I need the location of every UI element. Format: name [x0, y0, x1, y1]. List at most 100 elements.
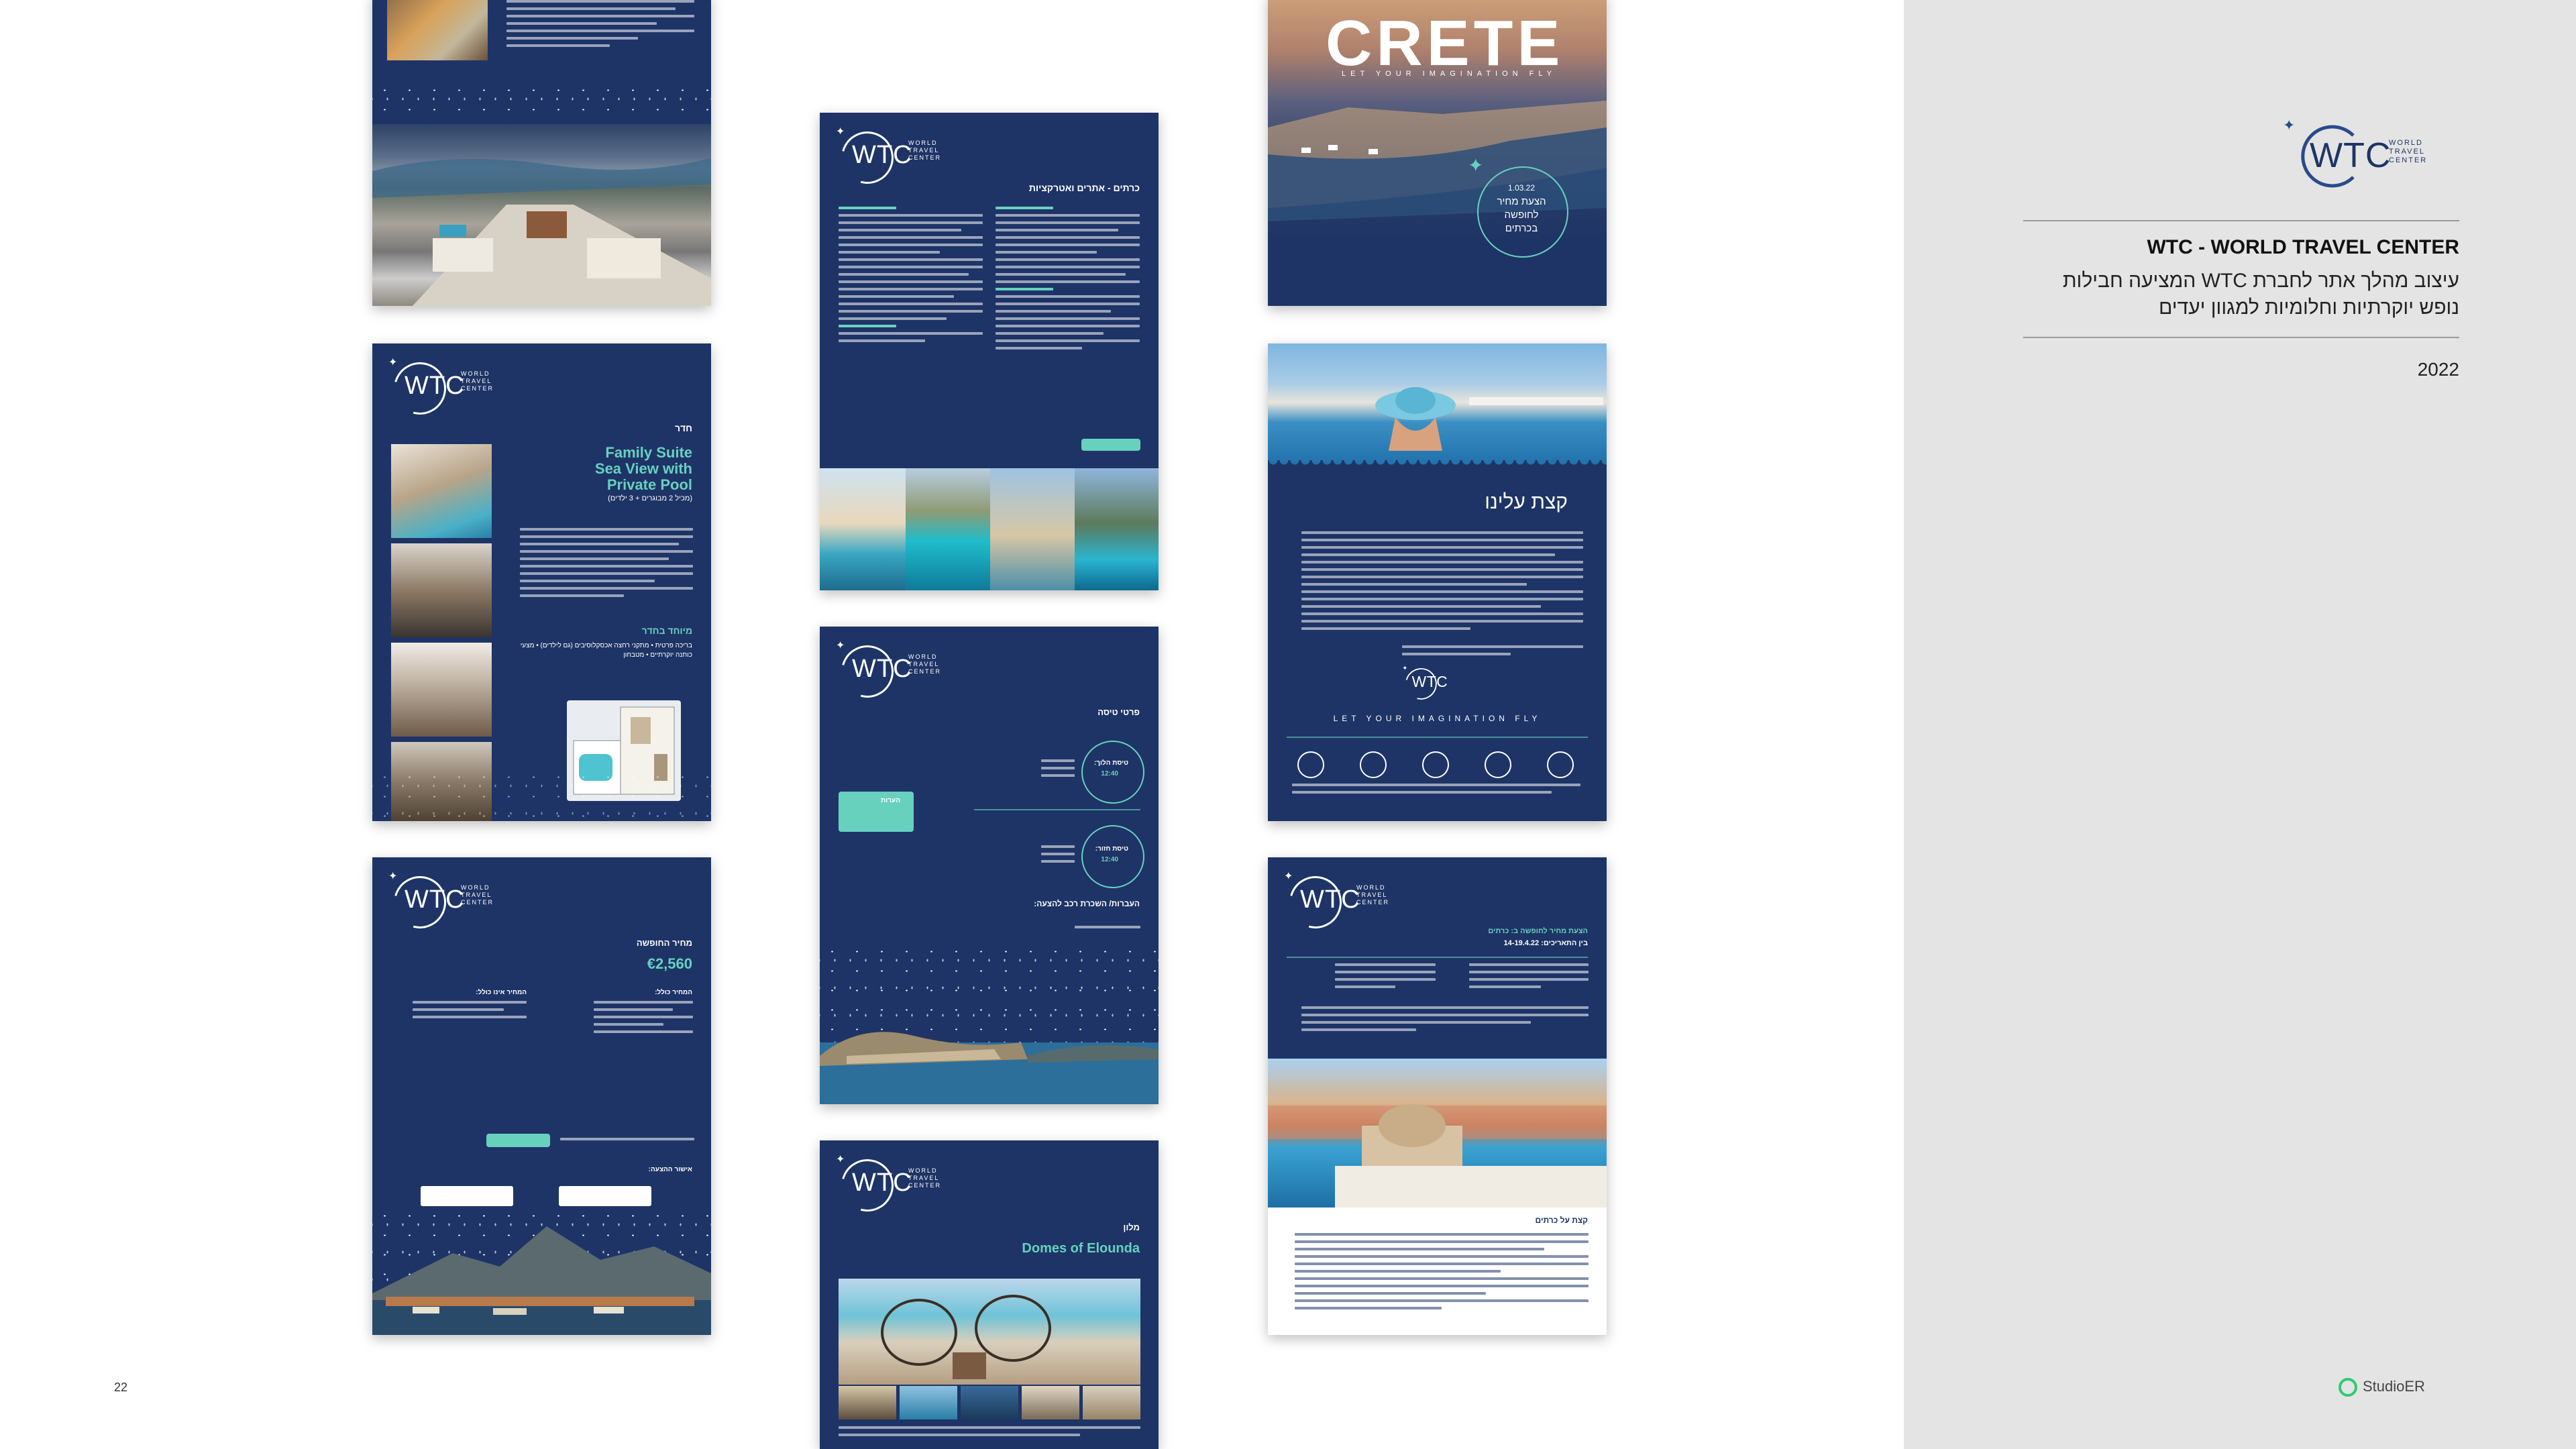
excludes-list — [413, 1001, 527, 1023]
confirm-text — [560, 1138, 694, 1145]
offer-contacts-2 — [1335, 963, 1436, 993]
about-heading: קצת עלינו — [1485, 491, 1568, 513]
brochure-page-hotel: ✦ WTC WORLD TRAVEL CENTER מלון Domes of El… — [820, 1140, 1159, 1449]
confirm-title: אישור ההצעה: — [648, 1166, 692, 1173]
sidebar-logo-small: WORLD TRAVEL CENTER — [2389, 139, 2428, 164]
notes-badge-label: הערות — [881, 797, 900, 804]
star-icon: ✦ — [388, 871, 398, 882]
signature-field-1[interactable] — [421, 1186, 513, 1206]
woman-hat-illustration — [1375, 387, 1603, 451]
brochure-page-price: ✦ WTC WORLD TRAVEL CENTER מחיר החופשה €2,5… — [372, 857, 711, 1335]
brochure-page-flights: ✦ WTC WORLD TRAVEL CENTER פרטי טיסה טיסת ה… — [820, 627, 1159, 1104]
sparkle-icon: ✦ — [1468, 155, 1484, 176]
brochure-page-offer: ✦ WTC WORLD TRAVEL CENTER הצעת מחיר לחופשה… — [1268, 857, 1607, 1335]
brochure-page-attractions: ✦ WTC WORLD TRAVEL CENTER כרתים - אתרים וא… — [820, 113, 1159, 590]
star-pattern — [372, 767, 711, 821]
signature-field-2[interactable] — [559, 1186, 651, 1206]
sidebar-rule-top — [2023, 220, 2459, 221]
sidebar-rule-bottom — [2023, 337, 2459, 338]
room-title-line-1: Family Suite — [605, 444, 692, 461]
contact-icon-1[interactable] — [1297, 751, 1324, 778]
contact-icon-3[interactable] — [1422, 751, 1449, 778]
chairs-illustration — [881, 1295, 1051, 1379]
contact-icon-2[interactable] — [1360, 751, 1387, 778]
cover-circle-line-1: הצעת מחיר — [1497, 196, 1546, 207]
about-note — [1402, 645, 1583, 660]
attraction-photo-4 — [1075, 468, 1159, 590]
star-icon: ✦ — [836, 126, 845, 138]
star-icon: ✦ — [1284, 871, 1293, 882]
room-title-line-2: Sea View with — [594, 460, 692, 477]
sidebar-logo-text: WTC — [2310, 136, 2392, 175]
cover-circle-line-2: לחופשה — [1504, 209, 1539, 221]
divider — [974, 809, 1140, 810]
sidebar-description-line-1: עיצוב מהלך אתר לחברת WTC המציעה חבילות — [2062, 270, 2459, 292]
room-capacity: (מכיל 2 מבוגרים + 3 ילדים) — [608, 494, 692, 502]
attraction-photo-1 — [820, 468, 906, 590]
offer-heading-1: הצעת מחיר לחופשה ב: כרתים — [1488, 927, 1588, 935]
brochure-page-about: קצת עלינו ✦ WTC LET YOUR IMAGINATION FLY — [1268, 343, 1607, 821]
brochure-page-family-suite: ✦ WTC WORLD TRAVEL CENTER חדר Family Suite… — [372, 343, 711, 821]
offer-contacts — [1469, 963, 1589, 993]
room-photo-2 — [391, 543, 492, 637]
transfer-text — [1075, 926, 1140, 933]
brochure-page-cover: CRETE LET YOUR IMAGINATION FLY ✦ 1.03.22… — [1268, 0, 1607, 306]
room-label: חדר — [674, 423, 692, 433]
about-tagline: LET YOUR IMAGINATION FLY — [1333, 714, 1542, 723]
attraction-photo-3 — [990, 468, 1075, 590]
flight-2-time: 12:40 — [1101, 856, 1118, 863]
hotel-label: מלון — [1123, 1222, 1140, 1232]
hotel-thumb-4 — [1022, 1386, 1079, 1419]
room-photo-3 — [391, 643, 492, 737]
about-body — [1301, 531, 1583, 635]
hotel-description — [839, 1426, 1140, 1441]
attraction-photo-2 — [906, 468, 990, 590]
hotel-title: Domes of Elounda — [1022, 1241, 1140, 1256]
brochure-page-resort-photo — [372, 0, 711, 306]
studio-credit: StudioER — [2363, 1378, 2425, 1395]
star-icon: ✦ — [836, 640, 845, 651]
flight-1-time: 12:40 — [1101, 770, 1118, 777]
includes-list — [594, 1001, 693, 1038]
star-icon: ✦ — [388, 357, 398, 368]
sidebar-description-line-2: נופש יוקרתיות וחלומיות למגוון יעדים — [2159, 297, 2459, 319]
flight-1-details — [1041, 759, 1075, 782]
text-block — [506, 0, 694, 52]
attractions-column-left — [839, 207, 983, 347]
excludes-title: המחיר אינו כולל: — [476, 989, 527, 996]
flight-1-label: טיסת הלוך: — [1093, 759, 1128, 767]
offer-divider — [1287, 957, 1588, 958]
star-icon: ✦ — [836, 1154, 845, 1165]
offer-intro — [1301, 1006, 1589, 1036]
resort-aerial-photo — [372, 124, 711, 306]
room-description — [520, 528, 693, 602]
flight-2-details — [1041, 845, 1075, 867]
cover-date: 1.03.22 — [1507, 183, 1536, 193]
harbor-illustration — [372, 1226, 711, 1335]
includes-title: המחיר כולל: — [655, 989, 692, 996]
about-crete-heading: קצת על כרתים — [1535, 1216, 1588, 1225]
hotel-thumb-2 — [900, 1386, 957, 1419]
cover-tagline: LET YOUR IMAGINATION FLY — [1342, 70, 1556, 78]
sidebar-year: 2022 — [2417, 359, 2459, 380]
transfer-heading: העברות/ השכרת רכב להצעה: — [1034, 899, 1140, 908]
price-label: מחיר החופשה — [636, 938, 692, 948]
thumbnail-photo — [387, 0, 488, 60]
project-info-sidebar: ✦ WTC WORLD TRAVEL CENTER WTC - WORLD TR… — [1904, 0, 2576, 1449]
svg-text:✦: ✦ — [2283, 117, 2295, 133]
scallop-edge — [1268, 460, 1607, 475]
cover-circle-line-3: בכרתים — [1505, 223, 1538, 234]
contact-icon-5[interactable] — [1547, 751, 1574, 778]
contact-icon-4[interactable] — [1485, 751, 1511, 778]
page-number: 22 — [114, 1381, 128, 1394]
hotel-thumb-5 — [1083, 1386, 1140, 1419]
offer-heading-2: בין התאריכים: 14-19.4.22 — [1503, 939, 1588, 947]
contact-labels — [1292, 784, 1580, 798]
hotel-thumb-3 — [961, 1386, 1018, 1419]
confirm-button[interactable] — [486, 1134, 550, 1147]
resort-illustration — [372, 158, 711, 306]
attractions-column-right — [996, 207, 1140, 354]
chania-mosque-photo — [1268, 1059, 1607, 1208]
spinalonga-photo — [820, 942, 1159, 1104]
attractions-button[interactable] — [1081, 439, 1140, 451]
